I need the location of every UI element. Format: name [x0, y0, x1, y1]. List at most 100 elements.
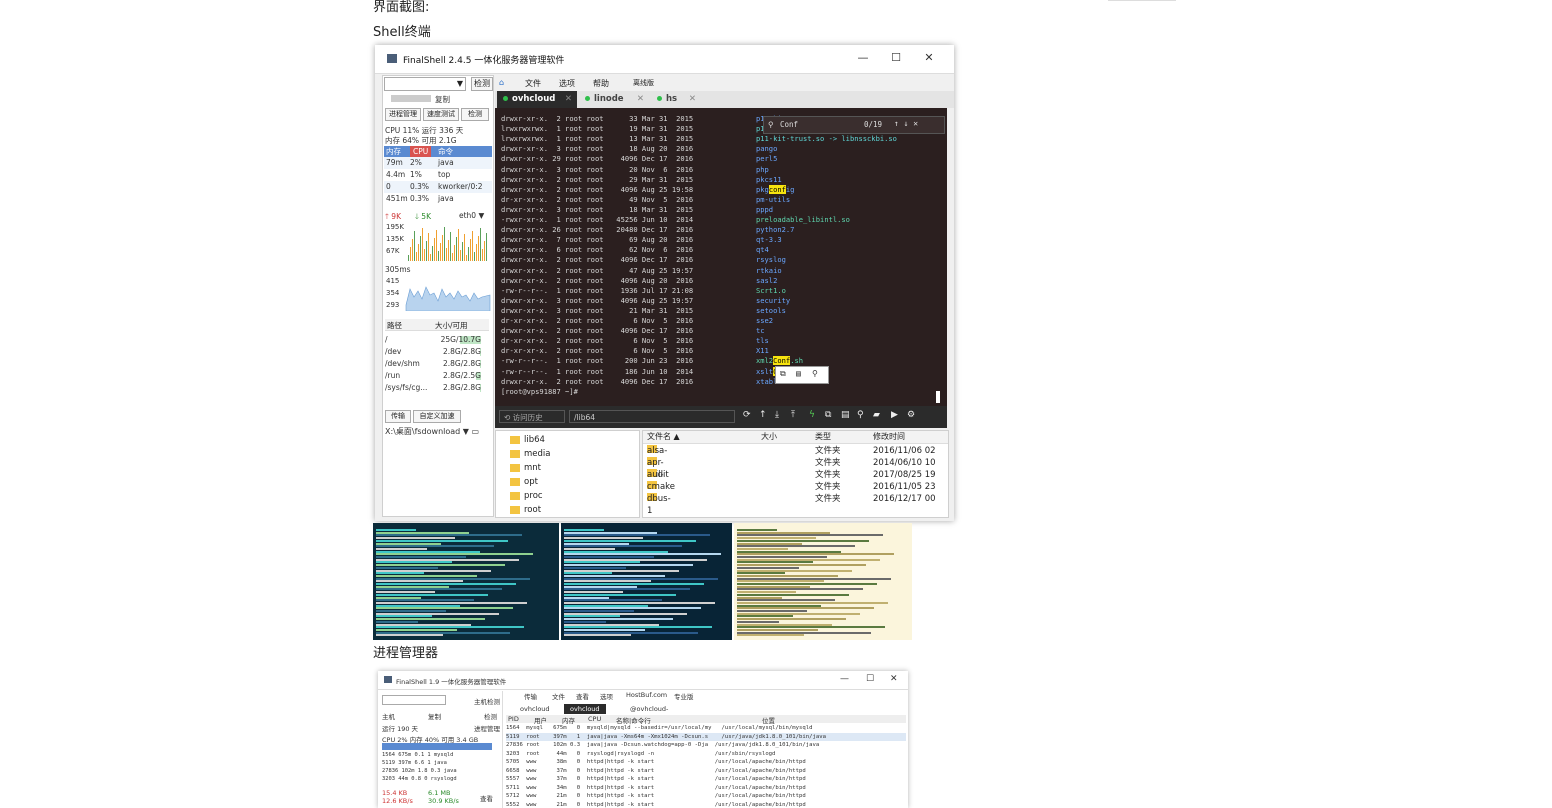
minimize-icon[interactable]: —: [840, 674, 849, 684]
transfer-button[interactable]: 传输: [385, 410, 411, 423]
process-row-2[interactable]: 27836 root 102m 0.3 java|java -Dcsun.wat…: [506, 741, 906, 749]
proc-button-2[interactable]: 进程管理: [474, 723, 500, 733]
fs-row[interactable]: /run 2.8G/2.5G: [385, 370, 489, 382]
tree-item[interactable]: root: [510, 503, 541, 517]
tree-item[interactable]: lib64: [510, 433, 545, 447]
process-row-2[interactable]: 1564 mysql 675m 0 mysqld|mysqld --basedi…: [506, 724, 906, 732]
terminal-search[interactable]: ⚲ Conf 0/19 ↑ ↓ ✕: [763, 116, 945, 134]
play-icon[interactable]: ▶: [891, 410, 898, 420]
host-select-2[interactable]: [382, 695, 446, 705]
tab-linode[interactable]: linode ✕: [579, 91, 649, 108]
file-row[interactable]: audit 文件夹 2017/08/25 19: [643, 469, 948, 481]
mini-proc-row[interactable]: 27836 102m 1.8 0.3 java: [382, 768, 457, 774]
file-row[interactable]: apr-util-1文件夹2014/06/10 10: [643, 457, 948, 492]
col-size[interactable]: 大小: [761, 431, 777, 442]
process-row-2[interactable]: 5552 www 21m 0 httpd|httpd -k start /usr…: [506, 801, 906, 808]
tab2-item[interactable]: ovhcloud: [514, 704, 556, 714]
menu-help[interactable]: 帮助: [593, 78, 609, 89]
context-toolbar[interactable]: ⧉ ▤ ⚲: [775, 366, 829, 384]
net2-view[interactable]: 查看: [480, 793, 493, 803]
fs-row[interactable]: /dev 2.8G/2.8G: [385, 346, 489, 358]
custom-accel-button[interactable]: 自定义加速: [413, 410, 461, 423]
tree-item[interactable]: opt: [510, 475, 538, 489]
speed-test-button[interactable]: 速度测试: [423, 108, 459, 121]
menu2-item[interactable]: 查看: [576, 691, 589, 701]
process-row[interactable]: 79m 2% java: [384, 157, 492, 169]
maximize-icon[interactable]: ☐: [866, 674, 874, 684]
menu-options[interactable]: 选项: [559, 78, 575, 89]
host-check-label[interactable]: 主机检测: [474, 696, 500, 706]
tab2-item[interactable]: ovhcloud: [564, 704, 606, 714]
menu2-item[interactable]: 传输: [524, 691, 537, 701]
menu2-item[interactable]: 专业版: [674, 691, 694, 701]
tree-item[interactable]: proc: [510, 489, 543, 503]
minimize-icon[interactable]: —: [851, 51, 875, 64]
scroll-marker[interactable]: [936, 391, 940, 403]
process-button[interactable]: 进程管理: [385, 108, 421, 121]
path-input[interactable]: /lib64: [569, 410, 735, 423]
tab-hs[interactable]: hs ✕: [651, 91, 701, 108]
col-filename[interactable]: 文件名 ▲: [647, 431, 680, 442]
menu2-item[interactable]: 选项: [600, 691, 613, 701]
process-row-2[interactable]: 5705 www 38m 0 httpd|httpd -k start /usr…: [506, 758, 906, 766]
fs-row[interactable]: / 25G/10.7G: [385, 334, 489, 346]
close-icon[interactable]: ✕: [689, 91, 696, 108]
host-select[interactable]: ▼: [384, 77, 466, 91]
menu-file[interactable]: 文件: [525, 78, 541, 89]
download-icon[interactable]: ⤓: [775, 410, 779, 420]
process-row[interactable]: 451m 0.3% java: [384, 193, 492, 205]
close-icon[interactable]: ✕: [917, 51, 941, 64]
refresh-icon[interactable]: ⟳: [743, 410, 751, 420]
copy-icon[interactable]: ⧉: [825, 410, 831, 420]
detect-button-2[interactable]: 检测: [484, 711, 497, 721]
close-icon[interactable]: ✕: [890, 674, 898, 684]
copy-icon[interactable]: ⧉: [780, 369, 786, 379]
file-row[interactable]: dbus-1 文件夹 2016/12/17 00: [643, 493, 948, 516]
copy-link[interactable]: 复制: [435, 94, 450, 105]
gear-icon[interactable]: ⚙: [907, 410, 915, 420]
terminal[interactable]: drwxr-xr-x. 2 root root 33 Mar 31 2015 p…: [495, 108, 947, 406]
fs-row[interactable]: /dev/shm 2.8G/2.8G: [385, 358, 489, 370]
thumbnail-light[interactable]: [734, 523, 912, 640]
menu2-item[interactable]: HostBuf.com: [626, 691, 667, 699]
download-path[interactable]: X:\桌面\fsdownload ▼ ▭: [385, 426, 479, 437]
search-icon[interactable]: ⚲: [857, 410, 864, 420]
file-row[interactable]: cmake 文件夹 2016/11/05 23: [643, 481, 948, 493]
col2-header[interactable]: CPU: [588, 715, 601, 723]
close-icon[interactable]: ✕: [565, 91, 572, 108]
tab-ovhcloud[interactable]: ovhcloud ✕: [497, 91, 577, 108]
process-row-2[interactable]: 5711 www 34m 0 httpd|httpd -k start /usr…: [506, 784, 906, 792]
fs-row[interactable]: /sys/fs/cg... 2.8G/2.8G: [385, 382, 489, 394]
tree-item[interactable]: media: [510, 447, 550, 461]
col-modified[interactable]: 修改时间: [873, 431, 905, 442]
search-icon[interactable]: ⚲: [812, 369, 818, 378]
thumbnail-dark-2[interactable]: [561, 523, 732, 640]
process-row-2[interactable]: 6658 www 37m 0 httpd|httpd -k start /usr…: [506, 767, 906, 775]
tree-item[interactable]: mnt: [510, 461, 541, 475]
col-type[interactable]: 类型: [815, 431, 831, 442]
up-icon[interactable]: ↑: [759, 410, 767, 420]
menu-offline[interactable]: 离线版: [633, 78, 654, 88]
mini-proc-row[interactable]: 1564 675m 0.1 1 mysqld: [382, 752, 453, 758]
process-row-2[interactable]: 5119 root 397m 1 java|java -Xms64m -Xmx1…: [506, 732, 906, 741]
process-row-2[interactable]: 3203 root 44m 0 rsyslogd|rsyslogd -n /us…: [506, 750, 906, 758]
folder-open-icon[interactable]: ⌂: [499, 78, 504, 87]
history-button[interactable]: ⟲ 访问历史: [499, 410, 565, 423]
menu2-item[interactable]: 文件: [552, 691, 565, 701]
folder-icon[interactable]: ▰: [873, 410, 880, 420]
col2-header[interactable]: PID: [508, 715, 519, 723]
tab2-item[interactable]: @ovhcloud-: [624, 704, 674, 714]
process-row[interactable]: 0 0.3% kworker/0:2: [384, 181, 492, 193]
close-icon[interactable]: ✕: [637, 91, 644, 108]
bolt-icon[interactable]: ϟ: [809, 410, 815, 420]
mini-proc-row[interactable]: 5119 397m 6.6 1 java: [382, 760, 447, 766]
thumbnail-dark-1[interactable]: [373, 523, 559, 640]
paste-icon[interactable]: ▤: [841, 410, 850, 420]
process-row-2[interactable]: 5712 www 21m 0 httpd|httpd -k start /usr…: [506, 792, 906, 800]
copy-link-2[interactable]: 复制: [428, 711, 441, 721]
net-iface[interactable]: eth0 ▼: [459, 211, 484, 220]
paste-icon[interactable]: ▤: [796, 369, 801, 378]
process-row-2[interactable]: 5557 www 37m 0 httpd|httpd -k start /usr…: [506, 775, 906, 783]
search-nav-icon[interactable]: ↑ ↓ ✕: [894, 119, 918, 128]
upload-icon[interactable]: ⤒: [791, 410, 795, 420]
